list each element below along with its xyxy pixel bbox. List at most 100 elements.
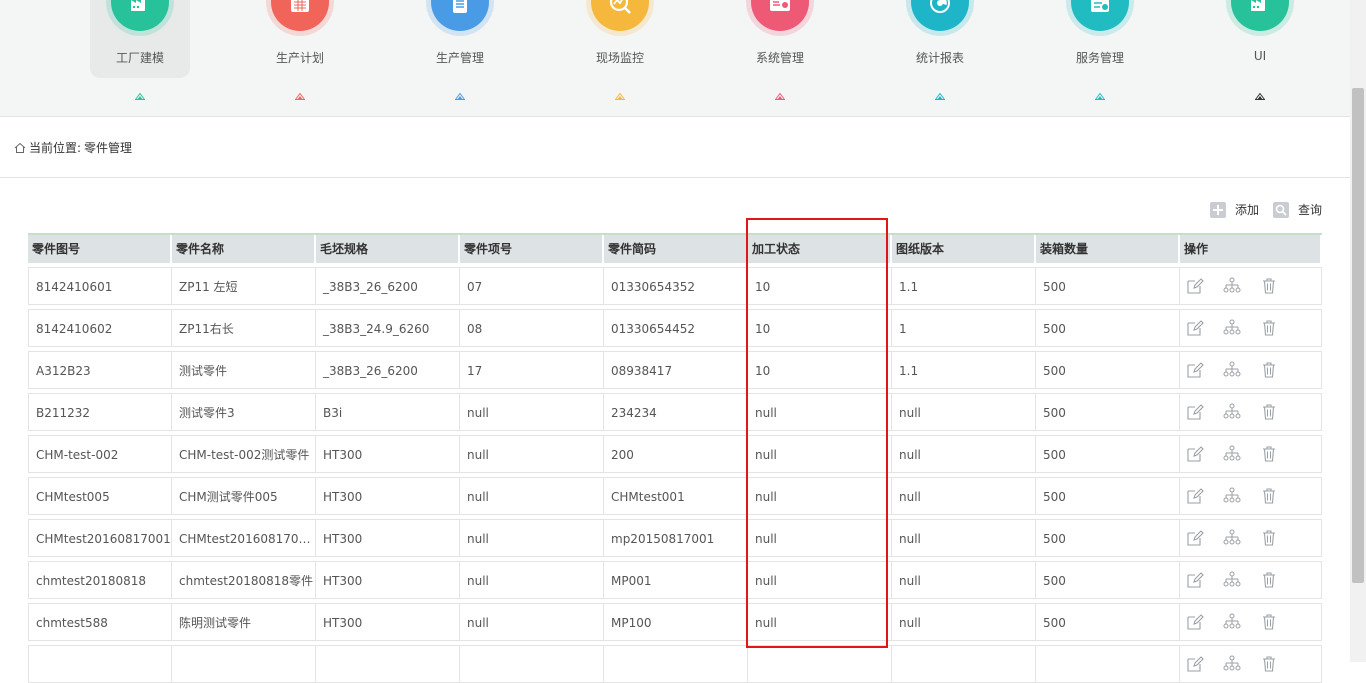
- table-cell: [892, 645, 1036, 683]
- edit-icon[interactable]: [1186, 487, 1204, 505]
- table-row[interactable]: chmtest20180818 chmtest20180818零件 HT300 nul…: [28, 561, 1322, 599]
- delete-icon[interactable]: [1260, 613, 1278, 631]
- table-row[interactable]: CHM-test-002 CHM-test-002测试零件 HT300 null 200…: [28, 435, 1322, 473]
- structure-tree-icon[interactable]: [1223, 487, 1241, 505]
- nav-item-7[interactable]: UI: [1210, 0, 1310, 78]
- table-cell: null: [460, 603, 604, 641]
- scrollbar-thumb[interactable]: [1352, 88, 1364, 583]
- delete-icon[interactable]: [1260, 277, 1278, 295]
- edit-icon[interactable]: [1186, 529, 1204, 547]
- column-header[interactable]: 零件项号: [460, 235, 604, 263]
- table-row[interactable]: 8142410601 ZP11 左短 _38B3_26_6200 07 01330654…: [28, 267, 1322, 305]
- table-row[interactable]: CHMtest20160817001 CHMtest2016081700... HT…: [28, 519, 1322, 557]
- structure-tree-icon[interactable]: [1223, 403, 1241, 421]
- query-button[interactable]: 查询: [1272, 201, 1322, 218]
- nav-item-1[interactable]: 生产计划: [250, 0, 350, 78]
- nav-label: 现场监控: [595, 51, 644, 65]
- table-cell: 8142410602: [28, 309, 172, 347]
- page-scrollbar[interactable]: [1350, 0, 1366, 662]
- row-actions: [1180, 267, 1322, 305]
- edit-icon[interactable]: [1186, 613, 1204, 631]
- table-cell: chmtest588: [28, 603, 172, 641]
- nav-item-5[interactable]: 统计报表: [890, 0, 990, 78]
- column-header[interactable]: 毛坯规格: [316, 235, 460, 263]
- structure-tree-icon[interactable]: [1223, 571, 1241, 589]
- delete-icon[interactable]: [1260, 487, 1278, 505]
- column-header[interactable]: 图纸版本: [892, 235, 1036, 263]
- structure-tree-icon[interactable]: [1223, 529, 1241, 547]
- table-row[interactable]: chmtest588 陈明测试零件 HT300 null MP100 null null 50…: [28, 603, 1322, 641]
- table-cell: 1.1: [892, 267, 1036, 305]
- table-cell: 8142410601: [28, 267, 172, 305]
- nav-label: 生产计划: [275, 51, 324, 65]
- edit-icon[interactable]: [1186, 445, 1204, 463]
- nav-item-0[interactable]: 工厂建模: [90, 0, 190, 78]
- table-cell: [748, 645, 892, 683]
- delete-icon[interactable]: [1260, 445, 1278, 463]
- column-header[interactable]: 操作: [1180, 235, 1322, 263]
- table-header: 零件图号 零件名称 毛坯规格 零件项号 零件简码 加工状态 图纸版本 装箱数量 操作: [28, 233, 1322, 263]
- clipboard-icon-circle: [431, 0, 489, 31]
- edit-icon[interactable]: [1186, 403, 1204, 421]
- column-header[interactable]: 零件简码: [604, 235, 748, 263]
- table-cell: chmtest20180818: [28, 561, 172, 599]
- table-cell: 测试零件: [172, 351, 316, 389]
- table-cell: null: [892, 519, 1036, 557]
- table-cell: 1.1: [892, 351, 1036, 389]
- column-header[interactable]: 加工状态: [748, 235, 892, 263]
- structure-tree-icon[interactable]: [1223, 445, 1241, 463]
- delete-icon[interactable]: [1260, 319, 1278, 337]
- table-cell: HT300: [316, 435, 460, 473]
- delete-icon[interactable]: [1260, 403, 1278, 421]
- parts-table: 零件图号 零件名称 毛坯规格 零件项号 零件简码 加工状态 图纸版本 装箱数量 操作 81424…: [28, 233, 1322, 683]
- table-cell: CHMtest001: [604, 477, 748, 515]
- edit-icon[interactable]: [1186, 319, 1204, 337]
- table-row[interactable]: CHMtest005 CHM测试零件005 HT300 null CHMtest001 n…: [28, 477, 1322, 515]
- add-button[interactable]: 添加: [1209, 201, 1259, 218]
- delete-icon[interactable]: [1260, 655, 1278, 673]
- table-cell: B3i: [316, 393, 460, 431]
- table-cell: 07: [460, 267, 604, 305]
- column-header[interactable]: 零件名称: [172, 235, 316, 263]
- nav-item-3[interactable]: 现场监控: [570, 0, 670, 78]
- table-row[interactable]: A312B23 测试零件 _38B3_26_6200 17 08938417 10 1.1 5…: [28, 351, 1322, 389]
- nav-label: 生产管理: [435, 51, 484, 65]
- table-cell: 500: [1036, 309, 1180, 347]
- table-cell: CHMtest2016081700...: [172, 519, 316, 557]
- table-cell: 500: [1036, 477, 1180, 515]
- nav-label: 服务管理: [1075, 51, 1124, 65]
- table-row[interactable]: B211232 测试零件3 B3i null 234234 null null 500: [28, 393, 1322, 431]
- column-header[interactable]: 零件图号: [28, 235, 172, 263]
- delete-icon[interactable]: [1260, 571, 1278, 589]
- table-cell: null: [460, 435, 604, 473]
- delete-icon[interactable]: [1260, 529, 1278, 547]
- nav-label: 系统管理: [755, 51, 804, 65]
- structure-tree-icon[interactable]: [1223, 361, 1241, 379]
- structure-tree-icon[interactable]: [1223, 319, 1241, 337]
- table-cell: null: [892, 435, 1036, 473]
- structure-tree-icon[interactable]: [1223, 655, 1241, 673]
- table-row[interactable]: [28, 645, 1322, 683]
- structure-tree-icon[interactable]: [1223, 277, 1241, 295]
- structure-tree-icon[interactable]: [1223, 613, 1241, 631]
- edit-icon[interactable]: [1186, 277, 1204, 295]
- table-cell: null: [748, 435, 892, 473]
- nav-item-2[interactable]: 生产管理: [410, 0, 510, 78]
- edit-icon[interactable]: [1186, 655, 1204, 673]
- table-cell: 500: [1036, 519, 1180, 557]
- table-cell: null: [748, 603, 892, 641]
- table-row[interactable]: 8142410602 ZP11右长 _38B3_24.9_6260 08 0133065…: [28, 309, 1322, 347]
- table-cell: 08938417: [604, 351, 748, 389]
- query-label: 查询: [1297, 203, 1322, 217]
- row-actions: [1180, 435, 1322, 473]
- factory-icon-circle: [1231, 0, 1289, 31]
- table-cell: null: [460, 393, 604, 431]
- nav-item-6[interactable]: 服务管理: [1050, 0, 1150, 78]
- edit-icon[interactable]: [1186, 571, 1204, 589]
- column-header[interactable]: 装箱数量: [1036, 235, 1180, 263]
- edit-icon[interactable]: [1186, 361, 1204, 379]
- delete-icon[interactable]: [1260, 361, 1278, 379]
- table-cell: CHMtest20160817001: [28, 519, 172, 557]
- nav-item-4[interactable]: 系统管理: [730, 0, 830, 78]
- table-cell: [316, 645, 460, 683]
